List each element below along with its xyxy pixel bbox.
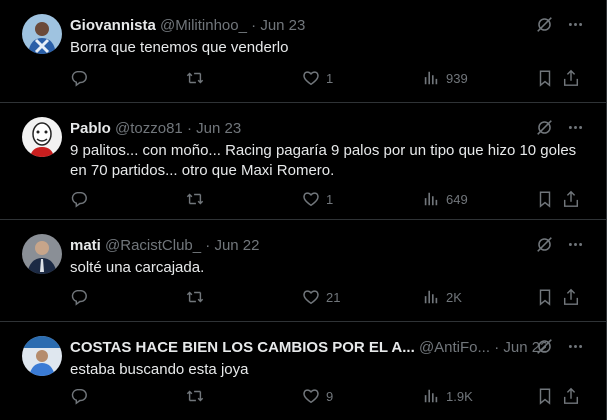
share-icon (563, 190, 579, 207)
view-count: 939 (446, 70, 468, 86)
views-icon (424, 71, 438, 85)
reply-button[interactable] (70, 190, 88, 208)
reply-icon (71, 388, 87, 405)
reply-button[interactable] (70, 288, 88, 306)
tweet-text: estaba buscando esta joya (70, 361, 249, 378)
like-icon (303, 290, 319, 305)
reply-icon (71, 70, 87, 87)
separator-dot: · (205, 237, 211, 254)
share-icon (563, 69, 579, 86)
avatar[interactable] (22, 234, 62, 274)
bookmark-button[interactable] (536, 69, 554, 87)
views-icon (424, 389, 438, 403)
more-icon[interactable] (567, 236, 584, 253)
avatar[interactable] (22, 117, 62, 157)
display-name[interactable]: COSTAS HACE BIEN LOS CAMBIOS POR EL A... (70, 339, 415, 356)
grok-icon[interactable] (536, 119, 553, 136)
retweet-button[interactable] (186, 190, 204, 208)
retweet-icon (186, 193, 204, 205)
views-button[interactable]: 649 (422, 190, 468, 208)
avatar[interactable] (22, 336, 62, 376)
grok-icon[interactable] (536, 338, 553, 355)
share-button[interactable] (562, 288, 580, 306)
view-count: 649 (446, 191, 468, 207)
view-count: 2K (446, 289, 462, 305)
tweet-text: Borra que tenemos que venderlo (70, 39, 289, 56)
grok-icon[interactable] (536, 236, 553, 253)
separator-dot: · (494, 339, 500, 356)
handle[interactable]: @Militinhoo_ (160, 17, 247, 34)
like-count: 1 (326, 70, 334, 86)
timestamp[interactable]: Jun 23 (260, 17, 305, 34)
views-icon (424, 192, 438, 206)
reply-button[interactable] (70, 387, 88, 405)
views-button[interactable]: 1.9K (422, 387, 473, 405)
like-icon (303, 192, 319, 207)
display-name[interactable]: Pablo (70, 120, 111, 137)
bookmark-icon (539, 289, 551, 306)
more-icon[interactable] (567, 119, 584, 136)
bookmark-icon (539, 191, 551, 208)
reply-icon (71, 289, 87, 306)
tweet[interactable]: Pablo @tozzo81 · Jun 23 9 palitos... con… (0, 103, 606, 220)
retweet-icon (186, 72, 204, 84)
view-count: 1.9K (446, 388, 473, 404)
like-count: 9 (326, 388, 334, 404)
timestamp[interactable]: Jun 22 (214, 237, 259, 254)
reply-button[interactable] (70, 69, 88, 87)
like-count: 21 (326, 289, 341, 305)
like-icon (303, 389, 319, 404)
retweet-button[interactable] (186, 288, 204, 306)
display-name[interactable]: Giovannista (70, 17, 156, 34)
like-icon (303, 71, 319, 86)
bookmark-icon (539, 388, 551, 405)
retweet-icon (186, 390, 204, 402)
tweet[interactable]: COSTAS HACE BIEN LOS CAMBIOS POR EL A...… (0, 322, 606, 420)
views-button[interactable]: 2K (422, 288, 462, 306)
handle[interactable]: @RacistClub_ (105, 237, 201, 254)
grok-icon[interactable] (536, 16, 553, 33)
timestamp[interactable]: Jun 23 (196, 120, 241, 137)
share-icon (563, 288, 579, 305)
bookmark-button[interactable] (536, 190, 554, 208)
share-button[interactable] (562, 387, 580, 405)
views-icon (424, 290, 438, 304)
tweet-text: 9 palitos... con moño... Racing pagaría … (70, 142, 577, 179)
retweet-button[interactable] (186, 387, 204, 405)
separator-dot: · (251, 17, 257, 34)
reply-icon (71, 191, 87, 208)
more-icon[interactable] (567, 16, 584, 33)
tweet-text: solté una carcajada. (70, 259, 205, 276)
bookmark-icon (539, 70, 551, 87)
views-button[interactable]: 939 (422, 69, 468, 87)
handle[interactable]: @tozzo81 (115, 120, 183, 137)
like-button[interactable]: 21 (302, 288, 340, 306)
like-button[interactable]: 9 (302, 387, 333, 405)
like-button[interactable]: 1 (302, 190, 333, 208)
share-button[interactable] (562, 69, 580, 87)
handle[interactable]: @AntiFo... (419, 339, 490, 356)
tweet[interactable]: mati @RacistClub_ · Jun 22 solté una car… (0, 220, 606, 322)
display-name[interactable]: mati (70, 237, 101, 254)
like-button[interactable]: 1 (302, 69, 333, 87)
tweet[interactable]: Giovannista @Militinhoo_ · Jun 23 Borra … (0, 0, 606, 103)
like-count: 1 (326, 191, 334, 207)
share-button[interactable] (562, 190, 580, 208)
share-icon (563, 387, 579, 404)
avatar[interactable] (22, 14, 62, 54)
more-icon[interactable] (567, 338, 584, 355)
bookmark-button[interactable] (536, 387, 554, 405)
retweet-button[interactable] (186, 69, 204, 87)
retweet-icon (186, 291, 204, 303)
separator-dot: · (186, 120, 192, 137)
bookmark-button[interactable] (536, 288, 554, 306)
